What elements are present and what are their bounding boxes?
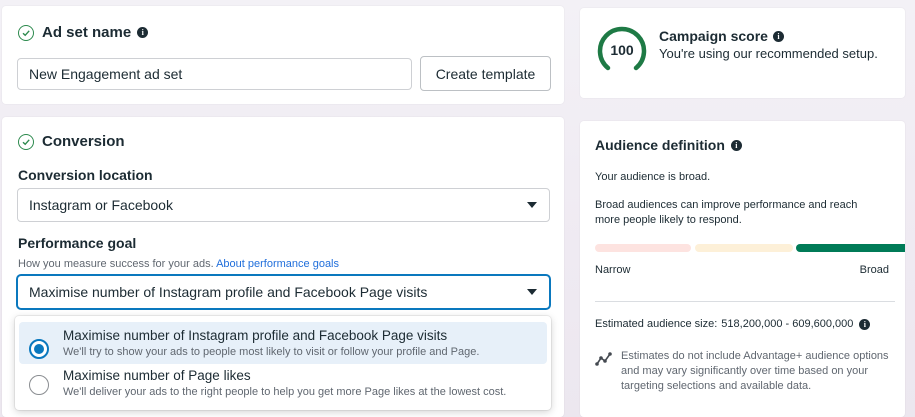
info-icon[interactable]: i [859,319,871,330]
performance-goal-menu: Maximise number of Instagram profile and… [15,316,551,410]
info-icon[interactable]: i [730,139,742,151]
audience-definition-card: Audience definition i Your audience is b… [580,121,905,417]
conversion-location-select[interactable]: Instagram or Facebook [17,188,550,222]
conversion-location-label: Conversion location [18,167,153,183]
goal-option-page-likes[interactable]: Maximise number of Page likes We'll deli… [19,364,547,406]
goal-option-description: We'll try to show your ads to people mos… [63,346,480,358]
ad-set-name-value: New Engagement ad set [29,66,183,82]
conversion-header: Conversion [18,133,125,150]
goal-option-description: We'll deliver your ads to the right peop… [63,386,507,398]
goal-option-title: Maximise number of Instagram profile and… [63,328,448,343]
caret-down-icon [527,289,537,295]
campaign-score-header: Campaign score i [659,28,784,44]
estimate-note: Estimates do not include Advantage+ audi… [621,350,889,392]
meter-narrow-segment [595,244,691,252]
score-gauge: 100 [596,24,648,76]
meter-mid-segment [695,244,793,252]
audience-meter [595,244,905,252]
performance-goal-value: Maximise number of Instagram profile and… [29,284,428,300]
info-icon[interactable]: i [137,27,149,38]
campaign-score-title: Campaign score [659,28,768,44]
campaign-score-card: 100 Campaign score i You're using our re… [580,8,905,98]
score-value: 100 [610,42,634,58]
check-circle-icon [18,24,34,41]
performance-goal-label: Performance goal [18,235,137,251]
check-circle-icon [18,133,34,150]
info-icon[interactable]: i [772,30,784,42]
conversion-location-value: Instagram or Facebook [29,197,173,213]
audience-header: Audience definition i [595,137,742,153]
goal-option-title: Maximise number of Page likes [63,368,251,383]
radio-selected[interactable] [29,339,49,359]
meter-narrow-label: Narrow [595,264,631,276]
meter-broad-segment [796,244,905,252]
performance-goal-select[interactable]: Maximise number of Instagram profile and… [17,275,550,309]
audience-status: Your audience is broad. [595,171,711,183]
ad-set-name-input[interactable]: New Engagement ad set [17,58,412,90]
campaign-score-subtitle: You're using our recommended setup. [659,46,878,61]
audience-size-label: Estimated audience size: [595,318,718,330]
divider [595,301,895,302]
audience-size-value: 518,200,000 - 609,600,000 [721,318,854,330]
ad-set-name-header: Ad set name i [18,24,149,41]
about-performance-goals-link[interactable]: About performance goals [216,258,339,270]
audience-advice: Broad audiences can improve performance … [595,199,858,226]
caret-down-icon [527,202,537,208]
conversion-heading: Conversion [42,133,125,150]
meter-broad-label: Broad [859,264,889,276]
goal-option-profile-visits[interactable]: Maximise number of Instagram profile and… [19,322,547,364]
create-template-button[interactable]: Create template [420,56,551,91]
ad-set-name-card: Ad set name i New Engagement ad set Crea… [2,6,564,104]
performance-goal-help-text: How you measure success for your ads. [18,258,214,270]
ad-set-name-heading: Ad set name [42,24,132,41]
performance-goal-help: How you measure success for your ads. Ab… [18,257,339,272]
audience-size-row: Estimated audience size: 518,200,000 - 6… [595,317,871,332]
radio-unselected[interactable] [29,375,49,395]
create-template-label: Create template [435,65,536,82]
trend-line-icon [595,351,613,367]
audience-heading: Audience definition [595,137,725,153]
